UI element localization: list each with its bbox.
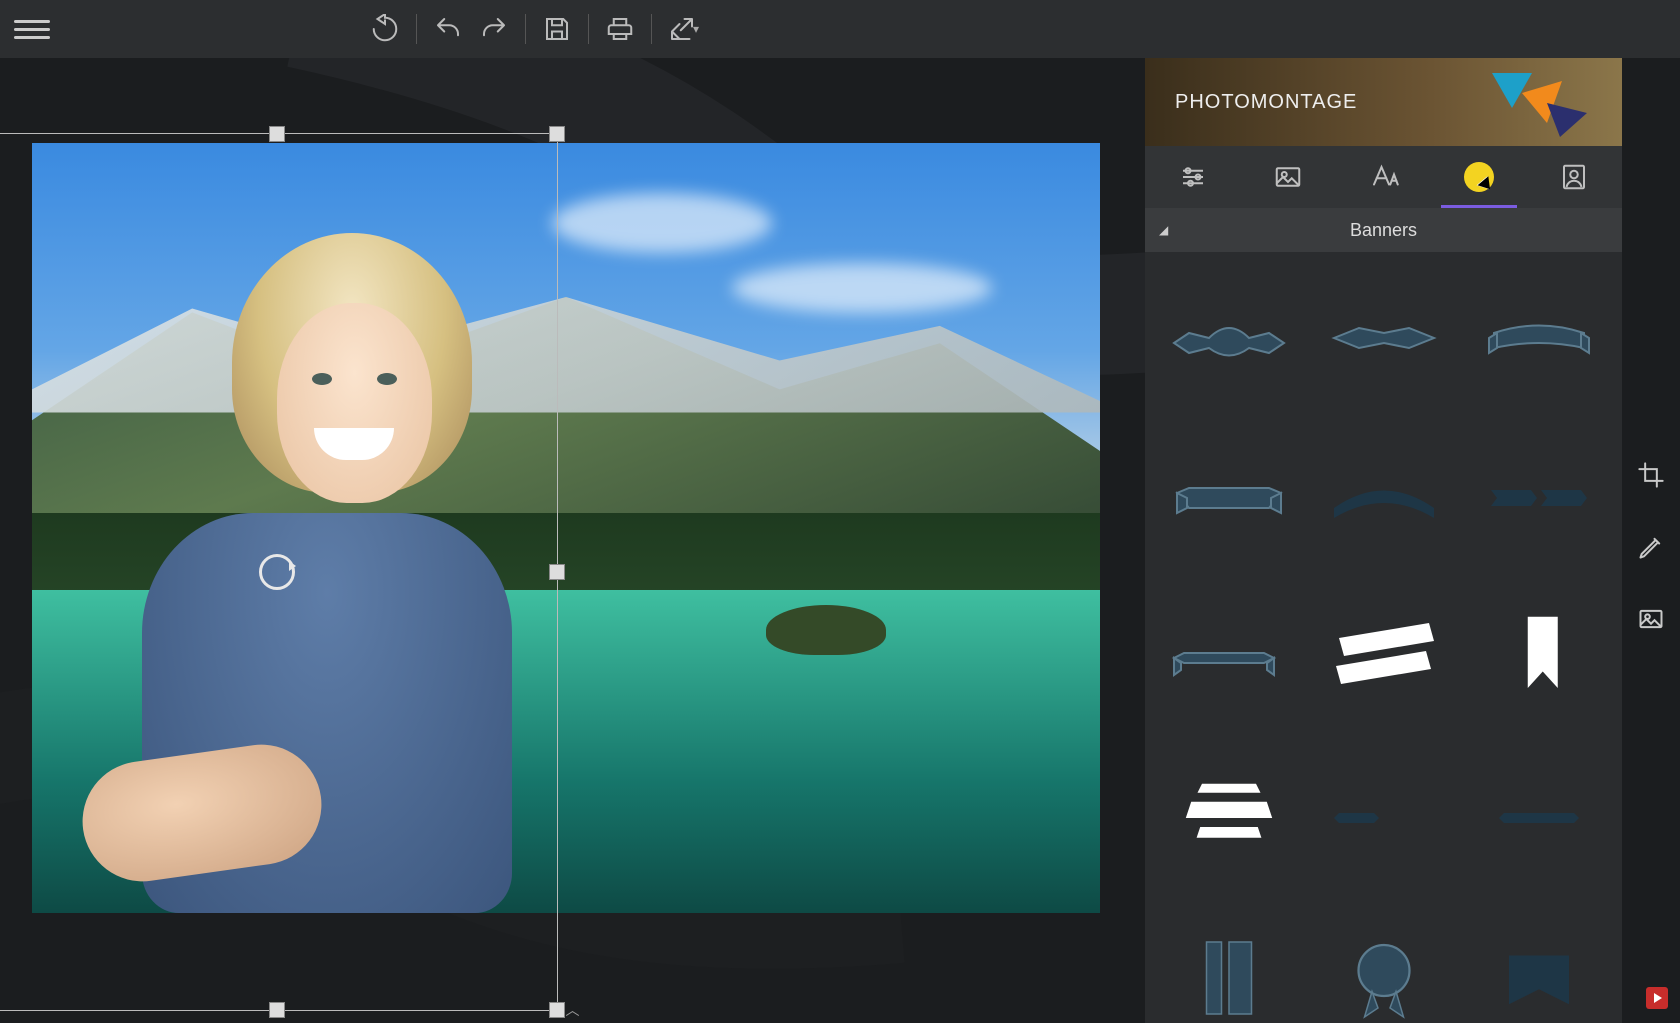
hero-decor (1452, 63, 1592, 141)
shape-banner-chevron[interactable] (1471, 908, 1606, 1023)
redo-button[interactable] (473, 8, 515, 50)
tab-text[interactable] (1336, 146, 1431, 208)
canvas-area[interactable]: ︿ (0, 58, 1145, 1023)
shape-banner-bookmark[interactable] (1471, 588, 1606, 728)
print-button[interactable] (599, 8, 641, 50)
resize-handle-tr[interactable] (549, 126, 565, 142)
draw-tool-button[interactable] (1634, 530, 1668, 564)
collapse-icon: ◢ (1159, 223, 1168, 237)
share-button[interactable]: ▾ (662, 8, 704, 50)
shape-banner-ribbon-small[interactable] (1161, 588, 1296, 728)
shape-banner-ribbon-tiny[interactable] (1316, 748, 1451, 888)
undo-all-button[interactable] (364, 8, 406, 50)
tool-rail (1622, 58, 1680, 1023)
shape-banner-ribbon-wave[interactable] (1161, 268, 1296, 408)
selection-bounds[interactable] (0, 133, 558, 1011)
shape-banner-angled-pair[interactable] (1471, 428, 1606, 568)
crop-tool-button[interactable] (1634, 458, 1668, 492)
bottom-panel-toggle[interactable]: ︿ (0, 997, 1145, 1023)
image-tool-button[interactable] (1634, 602, 1668, 636)
tab-image[interactable] (1240, 146, 1335, 208)
undo-button[interactable] (427, 8, 469, 50)
shape-banner-stripes-diag[interactable] (1316, 588, 1451, 728)
resize-handle-right[interactable] (549, 564, 565, 580)
shape-banner-scroll[interactable] (1471, 268, 1606, 408)
section-label: Banners (1350, 220, 1417, 241)
menu-button[interactable] (8, 11, 56, 47)
chevron-up-icon: ︿ (566, 1000, 580, 1020)
shape-banner-stacked-bars[interactable] (1161, 748, 1296, 888)
shape-banner-pillbox[interactable] (1161, 908, 1296, 1023)
tab-shapes[interactable] (1431, 146, 1526, 208)
panel-hero: PHOTOMONTAGE (1145, 58, 1622, 146)
shape-banner-ribbon-tiny2[interactable] (1471, 748, 1606, 888)
tab-portrait[interactable] (1527, 146, 1622, 208)
panel-tabs (1145, 146, 1622, 208)
shape-badge-medal[interactable] (1316, 908, 1451, 1023)
separator (416, 14, 417, 44)
shapes-grid (1145, 252, 1622, 1023)
chevron-down-icon: ▾ (693, 22, 699, 36)
shape-banner-arc[interactable] (1316, 428, 1451, 568)
play-button[interactable] (1646, 987, 1668, 1009)
shape-banner-ribbon-flat[interactable] (1161, 428, 1296, 568)
panel-section-header[interactable]: ◢ Banners (1145, 208, 1622, 252)
save-button[interactable] (536, 8, 578, 50)
separator (651, 14, 652, 44)
tab-adjust[interactable] (1145, 146, 1240, 208)
top-toolbar: ▾ (0, 0, 1680, 58)
shape-banner-diamond[interactable] (1316, 268, 1451, 408)
separator (588, 14, 589, 44)
side-panel: PHOTOMONTAGE (1145, 58, 1622, 1023)
separator (525, 14, 526, 44)
resize-handle-top[interactable] (269, 126, 285, 142)
rotate-handle[interactable] (259, 554, 295, 590)
panel-title: PHOTOMONTAGE (1175, 91, 1357, 114)
